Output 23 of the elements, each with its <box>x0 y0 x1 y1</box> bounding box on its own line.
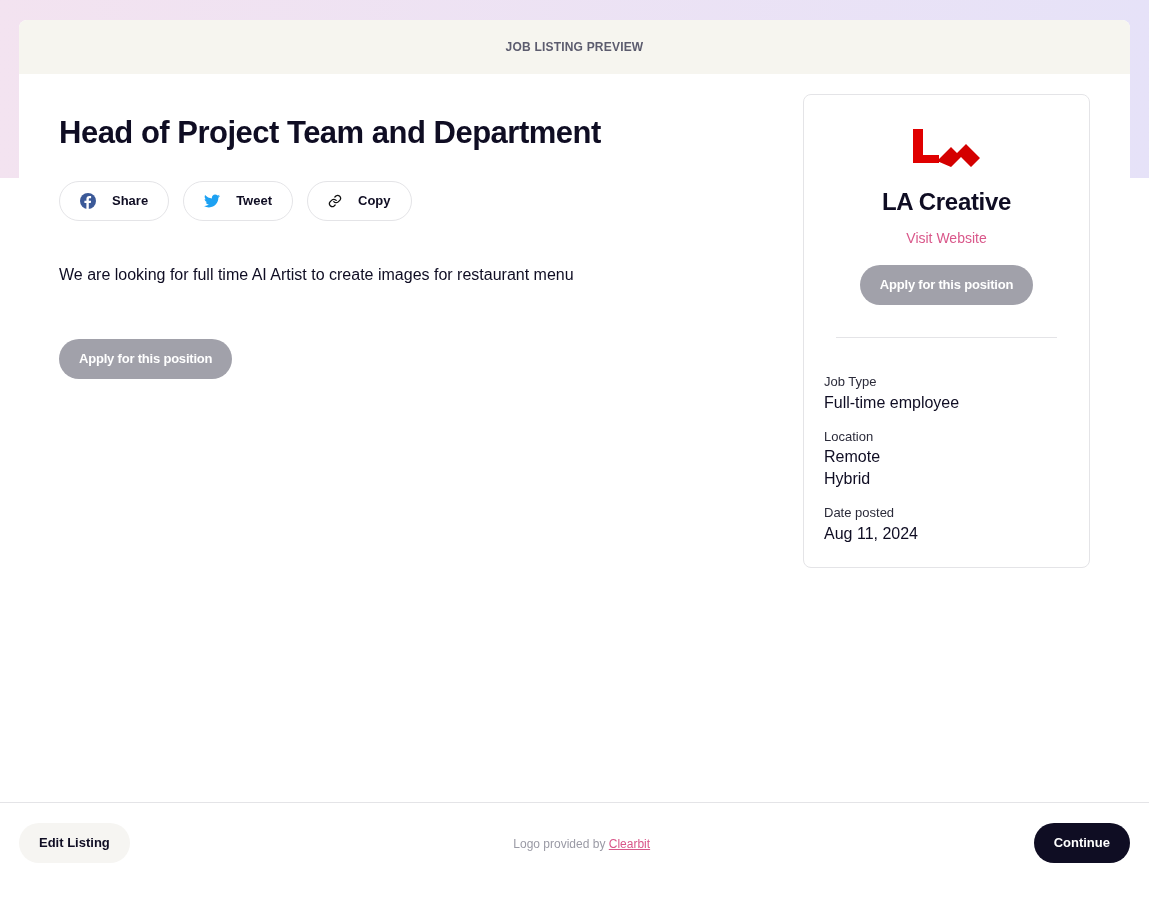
bird-icon <box>204 194 221 208</box>
detail-value: Remote <box>824 447 882 467</box>
clearbit-link[interactable]: Clearbit <box>608 837 651 851</box>
visit-website-link[interactable]: Visit Website <box>906 228 987 249</box>
job-title: Head of Project Team and Department <box>59 114 601 152</box>
detail-value: Full-time employee <box>824 392 961 413</box>
link-icon <box>328 194 343 208</box>
company-logo <box>912 129 981 167</box>
detail-value: Hybrid <box>824 469 872 489</box>
share-button[interactable]: Share <box>59 181 170 221</box>
header-title: JOB LISTING PREVIEW <box>505 39 644 56</box>
company-name: LA Creative <box>881 187 1012 217</box>
detail-label: Job Type <box>824 373 878 391</box>
continue-button[interactable]: Continue <box>1033 823 1130 863</box>
share-button[interactable]: Copy <box>307 181 412 221</box>
job-description: We are looking for full time AI Artist to create images for restaurant menu <box>59 265 574 285</box>
detail-label: Location <box>824 427 875 446</box>
logo-credit-text: Logo provided by Clearbit <box>513 836 651 853</box>
edit-listing-button[interactable]: Edit Listing <box>19 823 130 863</box>
detail-value: Aug 11, 2024 <box>824 523 919 544</box>
detail-label: Date posted <box>824 504 896 522</box>
facebook-icon <box>80 193 96 209</box>
share-button[interactable]: Tweet <box>183 181 294 221</box>
